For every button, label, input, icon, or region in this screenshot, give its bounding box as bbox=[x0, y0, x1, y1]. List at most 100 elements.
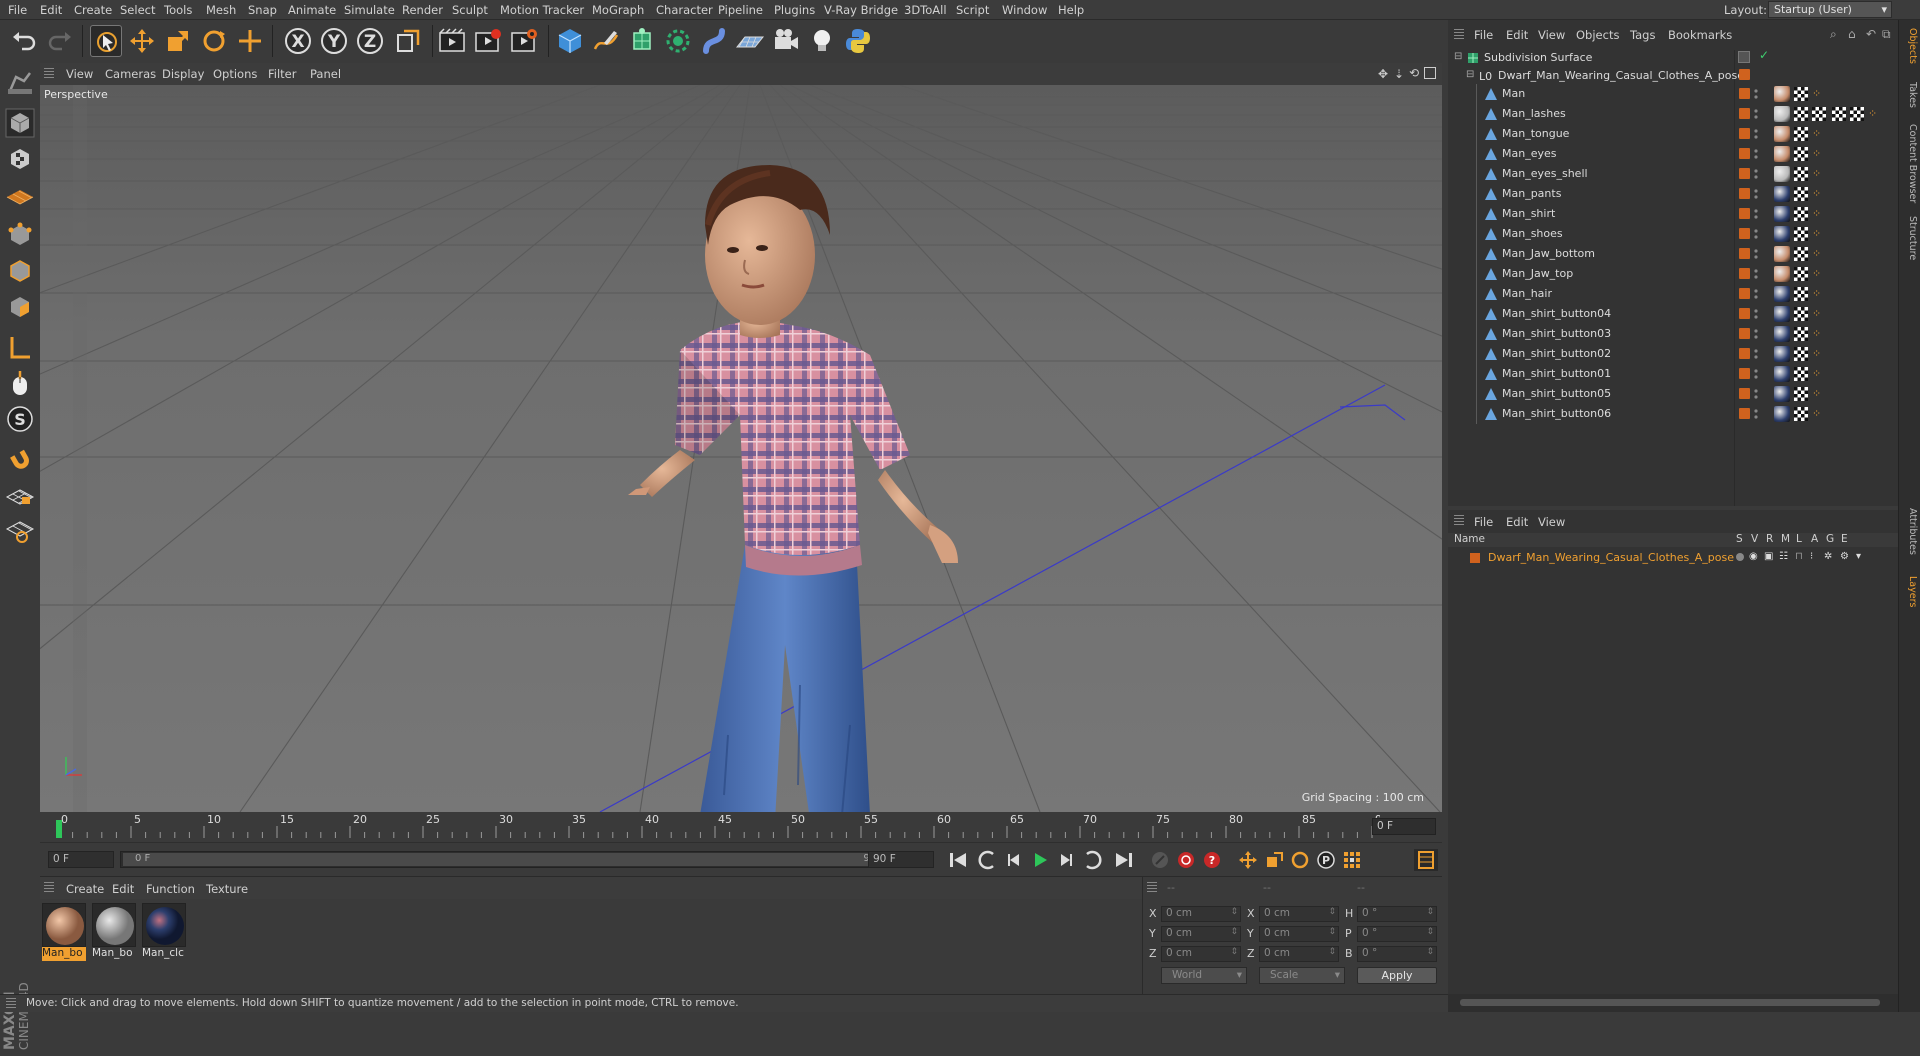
menu-edit[interactable]: Edit bbox=[40, 3, 62, 17]
om-menu-objects[interactable]: Objects bbox=[1576, 28, 1619, 42]
menu-vray-bridge[interactable]: V-Ray Bridge bbox=[824, 3, 898, 17]
key-position-icon[interactable] bbox=[1236, 849, 1260, 871]
object-row[interactable]: Man ⁘ bbox=[1448, 84, 1898, 104]
chevron-down-icon[interactable]: ▾ bbox=[1856, 551, 1861, 562]
scale-icon[interactable] bbox=[162, 25, 194, 57]
visibility-dots-icon[interactable] bbox=[1753, 347, 1759, 361]
material-tag-icon[interactable] bbox=[1774, 206, 1790, 222]
layer-color-icon[interactable] bbox=[1739, 148, 1750, 159]
tab-layers[interactable]: Layers bbox=[1902, 576, 1918, 607]
uvw-tag-icon[interactable] bbox=[1794, 407, 1808, 421]
tweak-mode-icon[interactable] bbox=[4, 367, 36, 399]
layer-lock-icon[interactable]: ⊓ bbox=[1795, 551, 1803, 562]
layer-color-icon[interactable] bbox=[1739, 69, 1750, 80]
material-tag-icon[interactable] bbox=[1774, 286, 1790, 302]
layer-manager-icon[interactable]: ☷ bbox=[1779, 551, 1788, 562]
playhead[interactable] bbox=[56, 820, 62, 838]
viewport-menu-options[interactable]: Options bbox=[213, 67, 257, 81]
menu-plugins[interactable]: Plugins bbox=[774, 3, 815, 17]
editor-visibility-icon[interactable] bbox=[1738, 51, 1750, 63]
visibility-dots-icon[interactable] bbox=[1753, 307, 1759, 321]
layout-dropdown[interactable]: Startup (User) bbox=[1768, 1, 1892, 18]
next-frame-icon[interactable] bbox=[1054, 849, 1078, 871]
key-parameter-icon[interactable]: P bbox=[1314, 849, 1338, 871]
object-row[interactable]: Man_shirt_button05 ⁘ bbox=[1448, 384, 1898, 404]
layer-color-icon[interactable] bbox=[1739, 188, 1750, 199]
uvw-tag-icon[interactable] bbox=[1794, 287, 1808, 301]
coord-size-x-field[interactable]: 0 cm bbox=[1259, 906, 1339, 922]
play-icon[interactable] bbox=[1028, 849, 1052, 871]
deformer-icon[interactable] bbox=[698, 25, 730, 57]
floor-icon[interactable] bbox=[734, 25, 766, 57]
visibility-dots-icon[interactable] bbox=[1753, 247, 1759, 261]
layer-color-icon[interactable] bbox=[1739, 228, 1750, 239]
layer-color-icon[interactable] bbox=[1739, 288, 1750, 299]
render-view-icon[interactable] bbox=[436, 25, 468, 57]
visibility-dots-icon[interactable] bbox=[1753, 167, 1759, 181]
om-menu-bookmarks[interactable]: Bookmarks bbox=[1668, 28, 1732, 42]
dolly-view-icon[interactable]: ⇣ bbox=[1394, 67, 1404, 81]
object-row[interactable]: Man_lashes ⁘ bbox=[1448, 104, 1898, 124]
back-icon[interactable]: ↶ bbox=[1866, 27, 1876, 41]
object-row-group[interactable]: ⊟ L0 Dwarf_Man_Wearing_Casual_Clothes_A_… bbox=[1448, 66, 1898, 84]
lock-workplane-icon[interactable] bbox=[4, 479, 36, 511]
scrollbar-thumb[interactable] bbox=[1460, 999, 1880, 1006]
layer-view-eye-icon[interactable]: ◉ bbox=[1749, 551, 1758, 562]
om-menu-view[interactable]: View bbox=[1538, 28, 1565, 42]
om-menu-edit[interactable]: Edit bbox=[1506, 28, 1528, 42]
material-tag-icon[interactable] bbox=[1774, 146, 1790, 162]
uvw-tag-icon[interactable] bbox=[1794, 347, 1808, 361]
phong-tag-icon[interactable]: ⁘ bbox=[1812, 407, 1821, 420]
object-row-root[interactable]: ⊟ Subdivision Surface ✓ bbox=[1448, 48, 1898, 66]
visibility-dots-icon[interactable] bbox=[1753, 87, 1759, 101]
menu-create[interactable]: Create bbox=[74, 3, 112, 17]
key-scale-icon[interactable] bbox=[1262, 849, 1286, 871]
viewport-menu-view[interactable]: View bbox=[66, 67, 93, 81]
layer-expressions-icon[interactable]: ⚙ bbox=[1840, 551, 1849, 562]
phong-tag-icon[interactable]: ⁘ bbox=[1812, 387, 1821, 400]
object-row[interactable]: Man_pants ⁘ bbox=[1448, 184, 1898, 204]
pan-view-icon[interactable]: ✥ bbox=[1378, 67, 1388, 81]
uvw-tag-icon[interactable] bbox=[1794, 307, 1808, 321]
camera-icon[interactable] bbox=[770, 25, 802, 57]
texture-mode-icon[interactable] bbox=[4, 143, 36, 175]
coord-rot-p-field[interactable]: 0 ° bbox=[1357, 926, 1437, 942]
uvw-tag-icon[interactable] bbox=[1794, 167, 1808, 181]
start-frame-field[interactable]: 0 F bbox=[48, 851, 114, 868]
maximize-view-icon[interactable] bbox=[1424, 67, 1436, 79]
material-tag-icon[interactable] bbox=[1774, 346, 1790, 362]
layer-row[interactable]: Dwarf_Man_Wearing_Casual_Clothes_A_pose … bbox=[1448, 549, 1898, 567]
material-tag-icon[interactable] bbox=[1774, 366, 1790, 382]
object-row[interactable]: Man_shirt_button06 ⁘ bbox=[1448, 404, 1898, 424]
uvw-tag-icon[interactable] bbox=[1812, 107, 1826, 121]
visibility-dots-icon[interactable] bbox=[1753, 407, 1759, 421]
next-key-icon[interactable] bbox=[1080, 849, 1104, 871]
x-axis-icon[interactable]: X bbox=[282, 25, 314, 57]
layer-color-icon[interactable] bbox=[1739, 268, 1750, 279]
uvw-tag-icon[interactable] bbox=[1832, 107, 1846, 121]
phong-tag-icon[interactable]: ⁘ bbox=[1812, 147, 1821, 160]
material-tag-icon[interactable] bbox=[1774, 126, 1790, 142]
redo-icon[interactable] bbox=[44, 25, 76, 57]
material-menu-create[interactable]: Create bbox=[66, 882, 104, 896]
uvw-tag-icon[interactable] bbox=[1794, 187, 1808, 201]
light-icon[interactable] bbox=[806, 25, 838, 57]
phong-tag-icon[interactable]: ⁘ bbox=[1812, 287, 1821, 300]
search-icon[interactable]: ⌕ bbox=[1830, 27, 1837, 42]
lm-menu-edit[interactable]: Edit bbox=[1506, 515, 1528, 529]
coord-size-z-field[interactable]: 0 cm bbox=[1259, 946, 1339, 962]
material-tag-icon[interactable] bbox=[1774, 386, 1790, 402]
visibility-dots-icon[interactable] bbox=[1753, 207, 1759, 221]
autokeying-icon[interactable]: ? bbox=[1200, 849, 1224, 871]
material-swatch[interactable]: Man_clc bbox=[142, 903, 186, 961]
uvw-tag-icon[interactable] bbox=[1794, 367, 1808, 381]
layer-color-icon[interactable] bbox=[1739, 348, 1750, 359]
array-icon[interactable] bbox=[662, 25, 694, 57]
timeline-ruler[interactable]: 051015202530354045505560657075808590 bbox=[50, 812, 1380, 840]
uvw-tag-icon[interactable] bbox=[1794, 227, 1808, 241]
tab-takes[interactable]: Takes bbox=[1902, 82, 1918, 108]
tab-content-browser[interactable]: Content Browser bbox=[1902, 124, 1918, 203]
planar-workplane-icon[interactable] bbox=[4, 515, 36, 547]
polygons-mode-icon[interactable] bbox=[4, 291, 36, 323]
object-row[interactable]: Man_shirt_button02 ⁘ bbox=[1448, 344, 1898, 364]
